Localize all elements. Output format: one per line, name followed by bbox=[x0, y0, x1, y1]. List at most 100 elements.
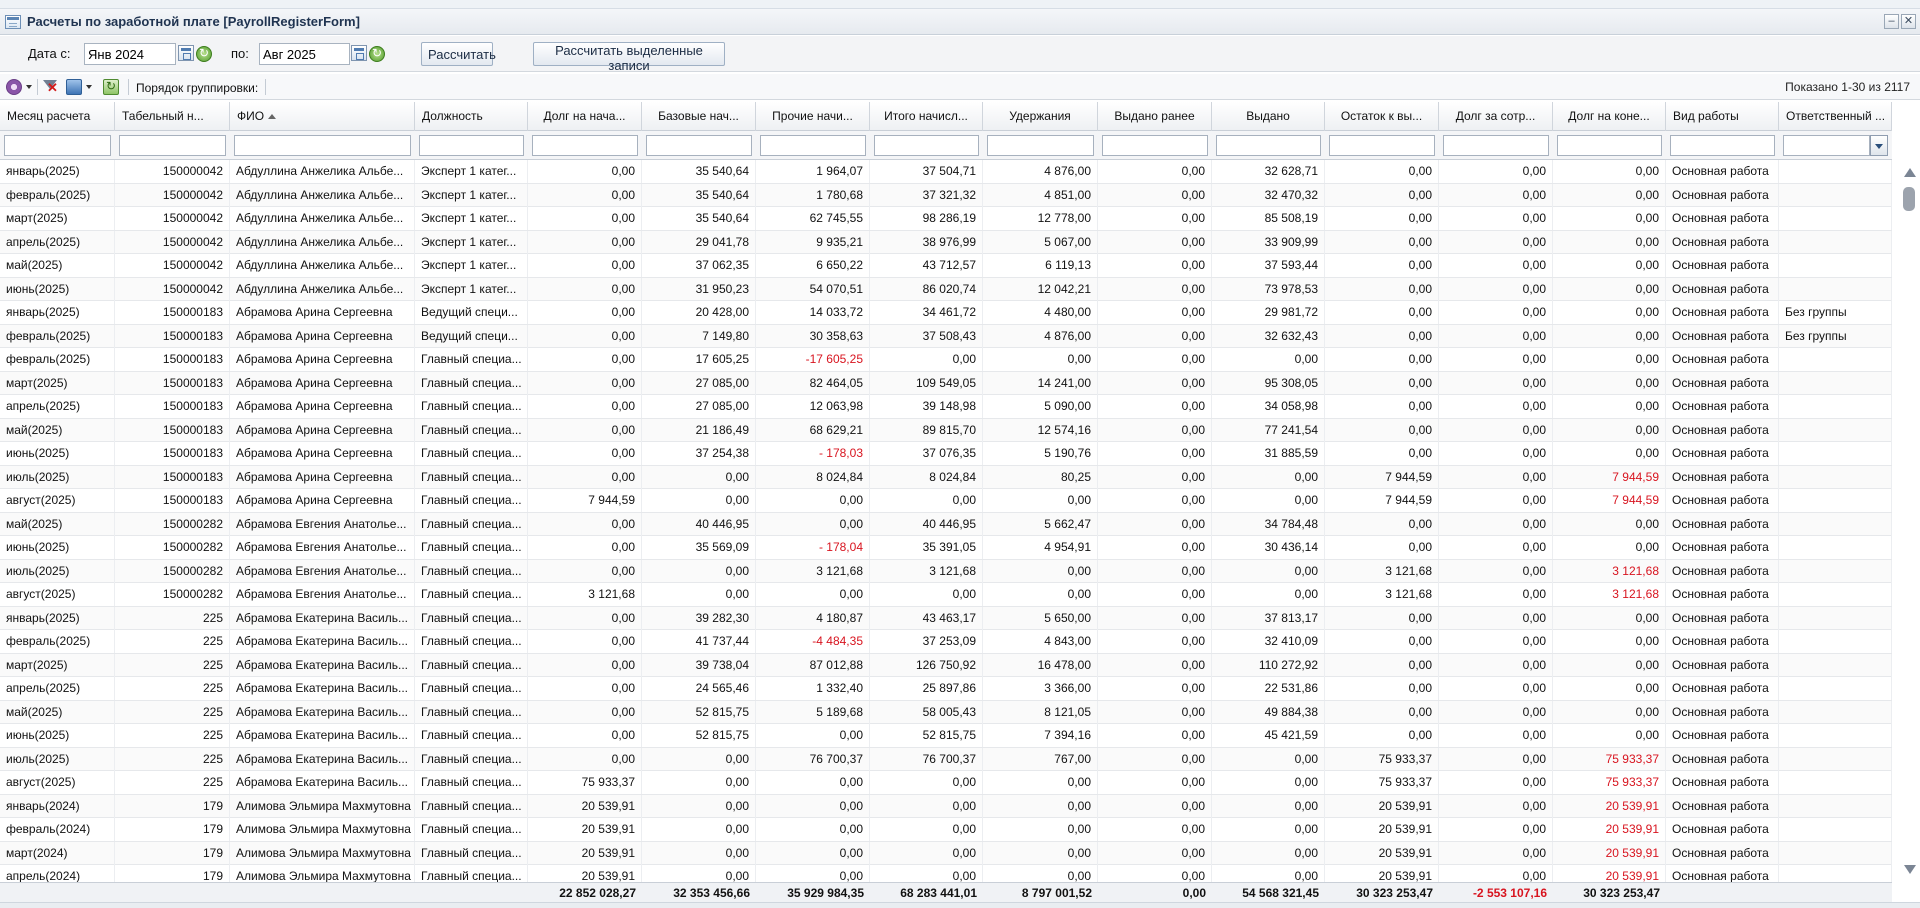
bottom-strip bbox=[0, 902, 1920, 908]
cell-deductions: 4 480,00 bbox=[983, 301, 1098, 324]
print-icon[interactable] bbox=[66, 79, 82, 95]
calculate-selected-button[interactable]: Рассчитать выделенные записи bbox=[533, 42, 725, 73]
table-row[interactable]: июль(2025) 225 Абрамова Екатерина Василь..… bbox=[0, 747, 1892, 771]
scroll-up-icon[interactable] bbox=[1904, 168, 1916, 177]
table-row[interactable]: апрель(2025) 150000042 Абдуллина Анжелика … bbox=[0, 230, 1892, 254]
refresh-icon[interactable] bbox=[103, 79, 119, 95]
column-header-total-accrued[interactable]: Итого начисл... bbox=[870, 102, 983, 131]
table-row[interactable]: июль(2025) 150000282 Абрамова Евгения Анат… bbox=[0, 559, 1892, 583]
table-row[interactable]: июнь(2025) 150000282 Абрамова Евгения Анат… bbox=[0, 536, 1892, 560]
cell-tab-number: 150000282 bbox=[115, 559, 230, 583]
cell-responsible bbox=[1779, 700, 1892, 724]
column-header-tab-number[interactable]: Табельный н... bbox=[115, 102, 230, 131]
column-header-deductions[interactable]: Удержания bbox=[983, 102, 1098, 131]
table-row[interactable]: июнь(2025) 225 Абрамова Екатерина Василь..… bbox=[0, 724, 1892, 748]
total-debt-start: 22 852 028,27 bbox=[559, 886, 636, 900]
table-row[interactable]: январь(2025) 150000042 Абдуллина Анжелика … bbox=[0, 160, 1892, 184]
table-row[interactable]: март(2024) 179 Алимова Эльмира Махмутовна Г… bbox=[0, 841, 1892, 865]
cell-responsible bbox=[1779, 207, 1892, 230]
print-dropdown-icon[interactable] bbox=[86, 85, 92, 89]
table-row[interactable]: июнь(2025) 150000183 Абрамова Арина Сергее… bbox=[0, 442, 1892, 466]
column-header-base-accruals[interactable]: Базовые нач... bbox=[642, 102, 756, 131]
filter-input-paid-earlier[interactable] bbox=[1102, 135, 1208, 156]
filter-input-employee-debt[interactable] bbox=[1443, 135, 1549, 156]
table-row[interactable]: август(2025) 150000183 Абрамова Арина Серг… bbox=[0, 489, 1892, 513]
minimize-icon[interactable]: – bbox=[1884, 14, 1899, 29]
scroll-thumb[interactable] bbox=[1903, 187, 1915, 211]
table-row[interactable]: февраль(2025) 150000183 Абрамова Арина Сер… bbox=[0, 348, 1892, 372]
table-row[interactable]: февраль(2025) 150000183 Абрамова Арина Сер… bbox=[0, 324, 1892, 348]
clear-filter-icon[interactable] bbox=[42, 79, 58, 96]
column-header-remaining-payout[interactable]: Остаток к вы... bbox=[1325, 102, 1439, 131]
cell-remaining-payout: 0,00 bbox=[1325, 418, 1439, 442]
column-header-other-accruals[interactable]: Прочие начи... bbox=[756, 102, 870, 131]
filter-input-full-name[interactable] bbox=[234, 135, 411, 156]
filter-input-work-type[interactable] bbox=[1670, 135, 1775, 156]
filter-input-responsible[interactable] bbox=[1783, 135, 1870, 156]
table-row[interactable]: февраль(2025) 225 Абрамова Екатерина Васил… bbox=[0, 630, 1892, 654]
table-row[interactable]: апрель(2025) 225 Абрамова Екатерина Василь… bbox=[0, 677, 1892, 701]
filter-input-tab-number[interactable] bbox=[119, 135, 226, 156]
table-row[interactable]: январь(2025) 225 Абрамова Екатерина Василь… bbox=[0, 606, 1892, 630]
table-row[interactable]: март(2025) 225 Абрамова Екатерина Василь..… bbox=[0, 653, 1892, 677]
filter-input-position[interactable] bbox=[419, 135, 524, 156]
vertical-scrollbar[interactable] bbox=[1900, 160, 1918, 882]
date-to-refresh-icon[interactable] bbox=[369, 46, 385, 62]
table-row[interactable]: август(2025) 225 Абрамова Екатерина Василь… bbox=[0, 771, 1892, 795]
column-header-paid-earlier[interactable]: Выдано ранее bbox=[1098, 102, 1212, 131]
date-to-calendar-icon[interactable] bbox=[351, 45, 367, 61]
filter-input-month[interactable] bbox=[4, 135, 111, 156]
table-row[interactable]: март(2025) 150000042 Абдуллина Анжелика Ал… bbox=[0, 207, 1892, 231]
filter-input-remaining-payout[interactable] bbox=[1329, 135, 1435, 156]
table-row[interactable]: май(2025) 150000183 Абрамова Арина Сергеев… bbox=[0, 418, 1892, 442]
table-row[interactable]: июнь(2025) 150000042 Абдуллина Анжелика Ал… bbox=[0, 277, 1892, 301]
filter-dropdown-icon[interactable] bbox=[1870, 135, 1888, 156]
close-icon[interactable]: ✕ bbox=[1901, 14, 1916, 29]
table-row[interactable]: январь(2025) 150000183 Абрамова Арина Серг… bbox=[0, 301, 1892, 325]
settings-dropdown-icon[interactable] bbox=[26, 85, 32, 89]
table-row[interactable]: февраль(2025) 150000042 Абдуллина Анжелика… bbox=[0, 183, 1892, 207]
filter-input-deductions[interactable] bbox=[987, 135, 1094, 156]
column-header-work-type[interactable]: Вид работы bbox=[1666, 102, 1779, 131]
table-row[interactable]: апрель(2025) 150000183 Абрамова Арина Серг… bbox=[0, 395, 1892, 419]
date-from-calendar-icon[interactable] bbox=[178, 45, 194, 61]
filter-input-debt-start[interactable] bbox=[532, 135, 638, 156]
cell-month: январь(2025) bbox=[0, 160, 115, 183]
filter-input-base-accruals[interactable] bbox=[646, 135, 752, 156]
cell-remaining-payout: 0,00 bbox=[1325, 160, 1439, 183]
column-header-paid[interactable]: Выдано bbox=[1212, 102, 1325, 131]
cell-base-accruals: 35 540,64 bbox=[642, 183, 756, 207]
cell-employee-debt: 0,00 bbox=[1439, 489, 1553, 512]
table-row[interactable]: апрель(2024) 179 Алимова Эльмира Махмутовн… bbox=[0, 865, 1892, 882]
date-from-input[interactable] bbox=[84, 43, 176, 65]
cell-debt-start: 20 539,91 bbox=[528, 794, 642, 818]
cell-total-accrued: 40 446,95 bbox=[870, 512, 983, 536]
filter-input-debt-end[interactable] bbox=[1557, 135, 1662, 156]
table-row[interactable]: май(2025) 150000282 Абрамова Евгения Анато… bbox=[0, 512, 1892, 536]
table-row[interactable]: май(2025) 225 Абрамова Екатерина Василь...… bbox=[0, 700, 1892, 724]
cell-responsible: Без группы bbox=[1779, 301, 1892, 324]
column-header-full-name[interactable]: ФИО bbox=[230, 102, 415, 131]
calculate-button[interactable]: Рассчитать bbox=[421, 42, 496, 66]
table-row[interactable]: август(2025) 150000282 Абрамова Евгения Ан… bbox=[0, 583, 1892, 607]
table-row[interactable]: февраль(2024) 179 Алимова Эльмира Махмутов… bbox=[0, 818, 1892, 842]
table-row[interactable]: март(2025) 150000183 Абрамова Арина Сергее… bbox=[0, 371, 1892, 395]
filter-input-total-accrued[interactable] bbox=[874, 135, 979, 156]
table-row[interactable]: май(2025) 150000042 Абдуллина Анжелика Аль… bbox=[0, 254, 1892, 278]
column-header-position[interactable]: Должность bbox=[415, 102, 528, 131]
column-header-month[interactable]: Месяц расчета bbox=[0, 102, 115, 131]
table-row[interactable]: январь(2024) 179 Алимова Эльмира Махмутовн… bbox=[0, 794, 1892, 818]
column-header-employee-debt[interactable]: Долг за сотр... bbox=[1439, 102, 1553, 131]
filter-input-other-accruals[interactable] bbox=[760, 135, 866, 156]
settings-gear-icon[interactable] bbox=[6, 79, 22, 95]
column-header-debt-end[interactable]: Долг на коне... bbox=[1553, 102, 1666, 131]
cell-total-accrued: 35 391,05 bbox=[870, 536, 983, 559]
date-to-input[interactable] bbox=[259, 43, 350, 65]
column-header-debt-start[interactable]: Долг на нача... bbox=[528, 102, 642, 131]
total-other-accruals: 35 929 984,35 bbox=[787, 886, 864, 900]
date-from-refresh-icon[interactable] bbox=[196, 46, 212, 62]
table-row[interactable]: июль(2025) 150000183 Абрамова Арина Сергее… bbox=[0, 465, 1892, 489]
filter-input-paid[interactable] bbox=[1216, 135, 1321, 156]
scroll-down-icon[interactable] bbox=[1904, 865, 1916, 874]
column-header-responsible[interactable]: Ответственный ... bbox=[1779, 102, 1892, 131]
